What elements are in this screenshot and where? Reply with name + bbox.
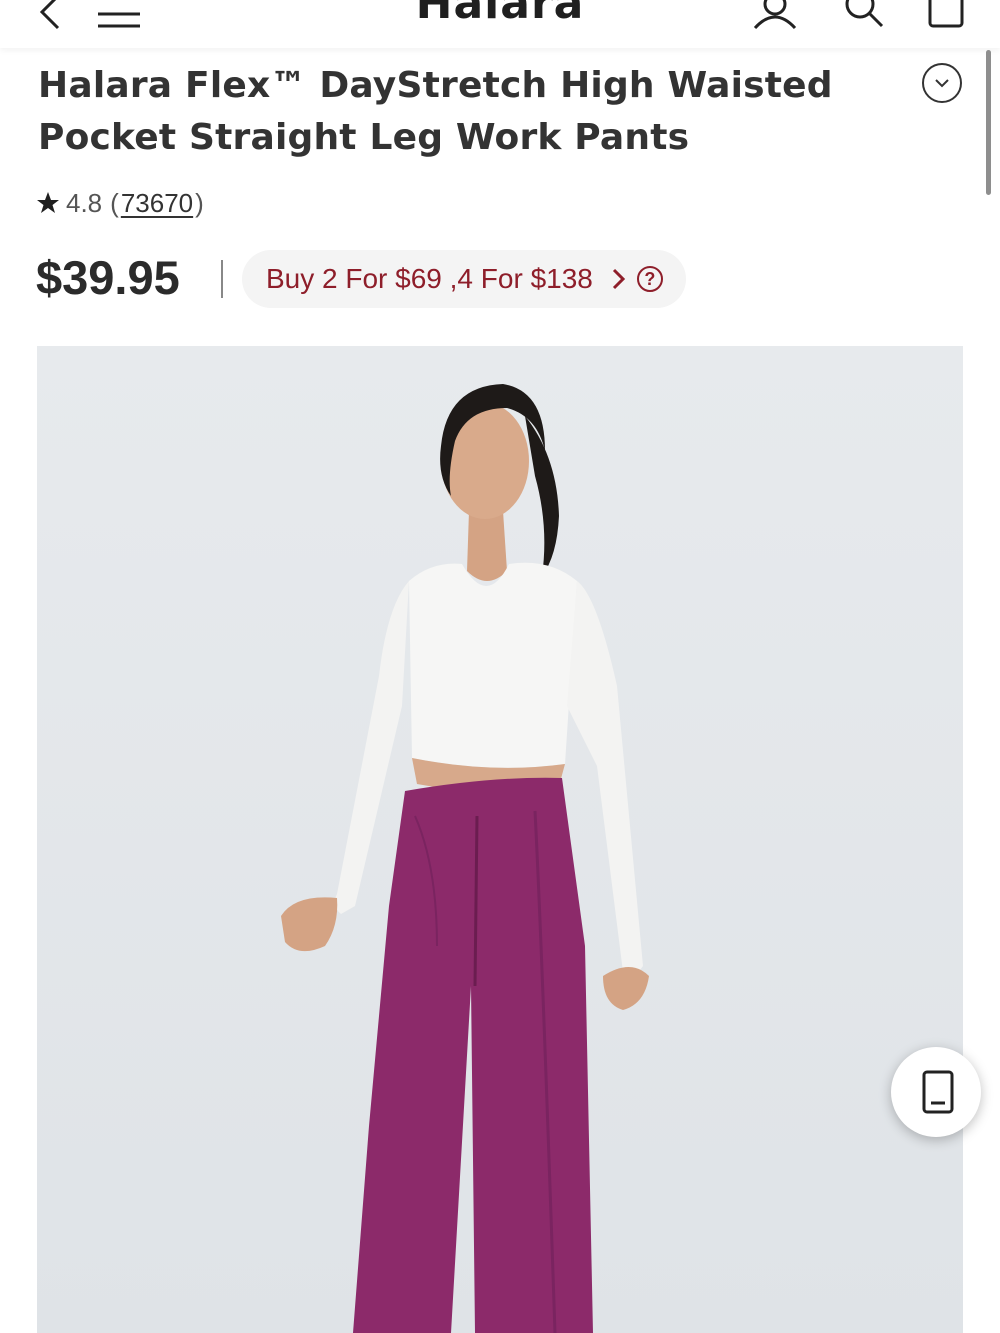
rating-open-paren: (: [110, 187, 119, 218]
product-title-line2: Pocket Straight Leg Work Pants: [38, 117, 690, 158]
chevron-down-icon: [935, 79, 949, 88]
review-count-link[interactable]: 73670: [121, 188, 193, 219]
product-title-line1: Halara Flex™ DayStretch High Waisted: [38, 65, 833, 106]
model-illustration: [281, 384, 649, 1333]
promo-text: Buy 2 For $69 ,4 For $138: [266, 263, 593, 294]
rating-value: 4.8: [66, 187, 103, 218]
product-image[interactable]: [37, 346, 963, 1333]
product-rating: 4.8 ( 73670 ): [36, 186, 204, 220]
collapse-details-button[interactable]: [922, 63, 962, 103]
rating-close-paren: ): [195, 187, 204, 218]
cart-icon[interactable]: [924, 0, 968, 30]
page-scrollbar[interactable]: [986, 50, 991, 195]
mobile-phone-icon: [922, 1070, 954, 1114]
search-icon[interactable]: [838, 0, 886, 30]
top-navigation-bar: Halara: [0, 0, 1000, 48]
bundle-promo-pill[interactable]: Buy 2 For $69 ,4 For $138 ?: [242, 250, 686, 308]
product-price: $39.95: [36, 251, 180, 304]
chevron-right-icon: [612, 268, 625, 290]
floating-mobile-button[interactable]: [891, 1047, 981, 1137]
star-icon: [37, 192, 59, 213]
product-title: Halara Flex™ DayStretch High Waisted Poc…: [38, 60, 898, 164]
account-icon[interactable]: [750, 0, 800, 30]
price-divider: [221, 260, 223, 298]
help-icon[interactable]: ?: [636, 266, 663, 292]
